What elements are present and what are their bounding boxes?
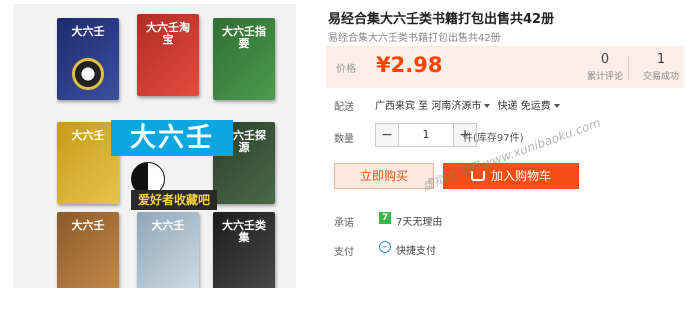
ship-method-value: 快递 免运费 bbox=[497, 101, 551, 112]
product-image[interactable]: 大六壬 大六壬淘宝 大六壬指要 大六壬 大六壬探源 大六壬 大六壬 大六壬类集 … bbox=[13, 4, 296, 288]
review-count-value: 0 bbox=[600, 52, 610, 67]
chevron-down-icon bbox=[484, 104, 491, 108]
product-title: 易经合集大六壬类书籍打包出售共42册 bbox=[328, 12, 555, 27]
sales-count[interactable]: 1 交易成功 bbox=[631, 52, 690, 82]
ship-to-select[interactable]: 河南济源市 bbox=[431, 101, 494, 112]
sales-count-value: 1 bbox=[656, 52, 666, 67]
overlay-title: 大六壬 bbox=[111, 120, 233, 156]
divider bbox=[628, 56, 629, 80]
book-title: 大六壬淘宝 bbox=[146, 21, 190, 47]
price-value: ¥2.98 bbox=[376, 53, 443, 77]
shipping-label: 配送 bbox=[334, 102, 354, 113]
book-cover: 大六壬指要 bbox=[213, 18, 275, 100]
ship-to-value: 河南济源市 bbox=[431, 101, 482, 112]
chevron-down-icon bbox=[553, 104, 560, 108]
book-cover: 大六壬类集 bbox=[213, 212, 275, 288]
book-cover: 大六壬 bbox=[137, 212, 199, 288]
seven-day-return-icon: 7 bbox=[379, 212, 391, 224]
overlay-subtitle: 爱好者收藏吧 bbox=[131, 190, 217, 210]
book-title: 大六壬 bbox=[71, 25, 105, 38]
promise-text[interactable]: 7天无理由 bbox=[396, 213, 442, 228]
price-box: 价格 ¥2.98 0 累计评论 1 交易成功 bbox=[326, 46, 684, 88]
quantity-label: 数量 bbox=[334, 134, 354, 145]
book-title: 大六壬 bbox=[151, 219, 185, 232]
quantity-stepper: − 1 + bbox=[375, 123, 477, 147]
book-cover: 大六壬 bbox=[57, 212, 119, 288]
bagua-symbol bbox=[72, 58, 104, 90]
stock-info: 件(库存97件) bbox=[463, 133, 524, 144]
ship-from: 广西来宾 至 bbox=[375, 101, 429, 112]
decrement-button[interactable]: − bbox=[375, 123, 399, 147]
review-count[interactable]: 0 累计评论 bbox=[575, 52, 635, 82]
promise-label: 承诺 bbox=[334, 218, 354, 229]
book-title: 大六壬 bbox=[71, 219, 105, 232]
product-subtitle: 易经合集大六壬类书籍打包出售共42册 bbox=[328, 33, 501, 44]
book-cover: 大六壬淘宝 bbox=[137, 14, 199, 96]
book-title: 大六壬 bbox=[71, 129, 105, 142]
sales-count-label: 交易成功 bbox=[642, 72, 679, 82]
book-cover: 大六壬 bbox=[57, 122, 119, 204]
price-label: 价格 bbox=[336, 64, 356, 75]
ship-method-select[interactable]: 快递 免运费 bbox=[498, 101, 564, 112]
add-to-cart-label: 加入购物车 bbox=[490, 169, 551, 183]
book-title: 大六壬指要 bbox=[222, 25, 266, 51]
quantity-input[interactable]: 1 bbox=[399, 123, 453, 147]
book-title: 大六壬类集 bbox=[222, 219, 266, 245]
shipping-row: 广西来宾 至 河南济源市 快递 免运费 bbox=[375, 97, 564, 112]
review-count-label: 累计评论 bbox=[586, 72, 623, 82]
book-cover: 大六壬 bbox=[57, 18, 119, 100]
payment-label: 支付 bbox=[334, 247, 354, 258]
payment-text[interactable]: 快捷支付 bbox=[396, 242, 436, 257]
quick-pay-icon: ⌁ bbox=[379, 241, 391, 253]
buy-now-button[interactable]: 立即购买 bbox=[334, 163, 434, 189]
